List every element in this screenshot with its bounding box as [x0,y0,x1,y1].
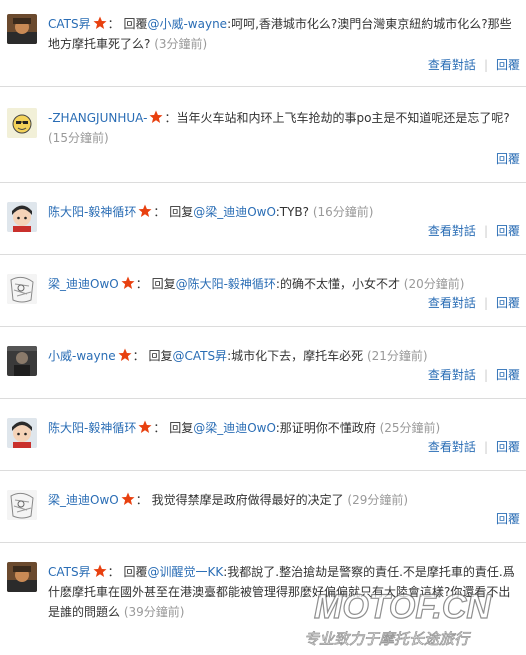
username-link[interactable]: 梁_迪迪OwO [48,493,119,507]
avatar[interactable] [7,14,37,44]
username-link[interactable]: 梁_迪迪OwO [48,277,119,291]
avatar-boy-icon [7,418,37,448]
comment-actions: 查看對話 | 回覆 [427,58,520,72]
comment-text: :TYB? [275,205,310,219]
username-link[interactable]: 陈大阳-毅神循环 [48,421,136,435]
vip-star-icon [121,492,135,506]
mention-link[interactable]: @训醒觉一KK [147,565,223,579]
comment-content: 小威-wayne： 回复@CATS昇:城市化下去，摩托车必死 (21分鐘前) [48,348,428,363]
reply-link[interactable]: 回覆 [496,224,520,238]
view-conversation-link[interactable]: 查看對話 [428,224,476,238]
avatar[interactable] [7,490,37,520]
mention-link[interactable]: @小威-wayne [147,17,227,31]
username-link[interactable]: CATS昇 [48,17,91,31]
mention-link[interactable]: @CATS昇 [172,349,227,363]
view-conversation-link[interactable]: 查看對話 [428,440,476,454]
view-conversation-link[interactable]: 查看對話 [428,368,476,382]
reply-link[interactable]: 回覆 [496,440,520,454]
timestamp: (25分鐘前) [379,421,441,435]
mention-link[interactable]: @梁_迪迪OwO [193,421,276,435]
vip-star-icon [118,348,132,362]
reply-link[interactable]: 回覆 [496,368,520,382]
avatar[interactable] [7,108,37,138]
comment-content: 梁_迪迪OwO： 我觉得禁摩是政府做得最好的决定了 (29分鐘前) [48,492,409,507]
avatar[interactable] [7,562,37,592]
username-link[interactable]: 陈大阳-毅神循环 [48,205,136,219]
comment-content: -ZHANGJUNHUA- ：当年火车站和内环上飞车抢劫的事po主是不知道呢还是忘… [48,110,510,145]
timestamp: (21分鐘前) [366,349,428,363]
comment-actions: 查看對話 | 回覆 [427,224,520,238]
divider [0,398,526,399]
avatar-sketch-icon [7,274,37,304]
divider [0,470,526,471]
comment-actions: 回覆 [496,510,520,528]
comment-content: CATS昇： 回覆@训醒觉一KK:我都說了.整治搶劫是警察的責任.不是摩托車的責… [48,564,515,619]
comment-content: 陈大阳-毅神循环： 回复@梁_迪迪OwO:TYB? (16分鐘前) [48,204,374,219]
avatar-dark-icon [7,346,37,376]
mention-link[interactable]: @梁_迪迪OwO [193,205,276,219]
comment-actions: 查看對話 | 回覆 [427,296,520,310]
username-link[interactable]: CATS昇 [48,565,91,579]
comment-text: 我觉得禁摩是政府做得最好的决定了 [151,493,344,507]
comment-text: 当年火车站和内环上飞车抢劫的事po主是不知道呢还是忘了呢? [176,111,510,125]
avatar-cats-icon [7,562,37,592]
vip-star-icon [138,420,152,434]
reply-link[interactable]: 回覆 [496,512,520,526]
comment-content: 陈大阳-毅神循环： 回复@梁_迪迪OwO:那证明你不懂政府 (25分鐘前) [48,420,441,435]
divider [0,182,526,183]
vip-star-icon [138,204,152,218]
comment-text: :城市化下去，摩托车必死 [227,349,364,363]
timestamp: (20分鐘前) [403,277,465,291]
avatar[interactable] [7,202,37,232]
avatar-cartoon-icon [7,108,37,138]
vip-star-icon [121,276,135,290]
username-link[interactable]: -ZHANGJUNHUA- [48,111,147,125]
mention-link[interactable]: @陈大阳-毅神循环 [176,277,276,291]
comment-content: CATS昇： 回覆@小威-wayne:呵呵,香港城市化么?澳門台灣東京紐約城市化… [48,16,512,51]
reply-link[interactable]: 回覆 [496,152,520,166]
timestamp: (15分鐘前) [48,131,109,145]
username-link[interactable]: 小威-wayne [48,349,116,363]
avatar[interactable] [7,418,37,448]
avatar[interactable] [7,274,37,304]
timestamp: (29分鐘前) [347,493,409,507]
reply-link[interactable]: 回覆 [496,296,520,310]
timestamp: (39分鐘前) [123,605,185,619]
divider [0,86,526,87]
avatar[interactable] [7,346,37,376]
timestamp: (3分鐘前) [154,37,208,51]
comment-actions: 查看對話 | 回覆 [427,440,520,454]
divider [0,542,526,543]
avatar-boy-icon [7,202,37,232]
comment-actions: 查看對話 | 回覆 [427,368,520,382]
comment-content: 梁_迪迪OwO： 回复@陈大阳-毅神循环:的确不太懂，小女不才 (20分鐘前) [48,276,465,291]
watermark-slogan: 专业致力于摩托长途旅行 [304,630,471,648]
reply-link[interactable]: 回覆 [496,58,520,72]
vip-star-icon [93,564,107,578]
vip-star-icon [149,110,163,124]
comment-text: :那证明你不懂政府 [275,421,376,435]
avatar-cats-icon [7,14,37,44]
timestamp: (16分鐘前) [312,205,374,219]
divider [0,326,526,327]
view-conversation-link[interactable]: 查看對話 [428,296,476,310]
avatar-sketch-icon [7,490,37,520]
divider [0,254,526,255]
comment-actions: 回覆 [496,150,520,168]
view-conversation-link[interactable]: 查看對話 [428,58,476,72]
vip-star-icon [93,16,107,30]
comment-text: :的确不太懂，小女不才 [275,277,400,291]
